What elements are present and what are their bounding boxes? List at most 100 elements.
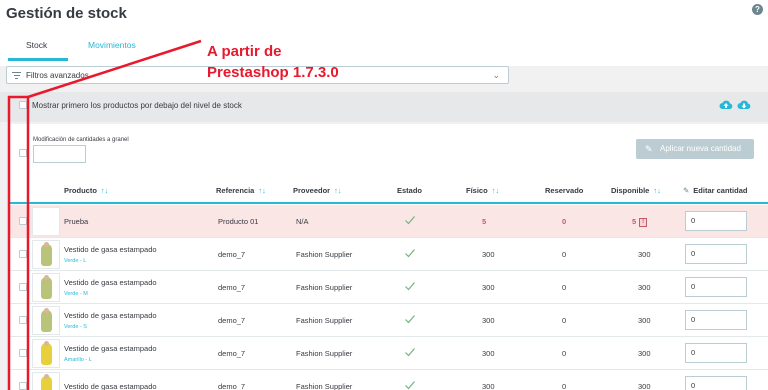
column-header-producto[interactable]: Producto ↑↓ [64, 186, 108, 195]
select-all-checkbox[interactable] [19, 149, 27, 157]
physical-qty: 300 [482, 250, 495, 259]
product-name[interactable]: Vestido de gasa estampado [64, 382, 157, 390]
table-row: Vestido de gasa estampado Verde - S demo_7… [8, 304, 768, 337]
product-thumbnail [32, 207, 60, 236]
product-attribute: Verde - S [64, 324, 87, 330]
table-row: Vestido de gasa estampado Amarillo - L dem… [8, 337, 768, 370]
status-check-icon [405, 348, 415, 357]
product-supplier: Fashion Supplier [296, 250, 353, 259]
status-check-icon [405, 216, 415, 225]
annotation-text-line2: Prestashop 1.7.3.0 [207, 64, 339, 81]
product-reference: demo_7 [218, 349, 246, 358]
product-reference: demo_7 [218, 250, 246, 259]
product-thumbnail [32, 273, 60, 302]
low-stock-first-label: Mostrar primero los productos por debajo… [32, 101, 242, 110]
row-checkbox[interactable] [19, 250, 27, 258]
low-stock-first-checkbox[interactable] [19, 101, 27, 109]
product-reference: Producto 01 [218, 217, 259, 226]
product-supplier: Fashion Supplier [296, 316, 353, 325]
available-qty: 300 [638, 382, 651, 390]
reserved-qty: 0 [562, 217, 567, 226]
physical-qty: 300 [482, 316, 495, 325]
cloud-upload-icon[interactable] [719, 99, 733, 110]
active-tab-indicator [8, 58, 68, 61]
edit-quantity-input[interactable]: 0 [685, 310, 747, 330]
status-check-icon [405, 315, 415, 324]
status-check-icon [405, 282, 415, 291]
product-name[interactable]: Vestido de gasa estampado [64, 344, 157, 353]
product-attribute: Verde - M [64, 291, 88, 297]
sort-icon[interactable]: ↑↓ [653, 186, 661, 195]
row-checkbox[interactable] [19, 283, 27, 291]
product-thumbnail [32, 306, 60, 335]
product-reference: demo_7 [218, 316, 246, 325]
column-header-reservado: Reservado [545, 186, 584, 195]
product-name[interactable]: Vestido de gasa estampado [64, 278, 157, 287]
pencil-icon: ✎ [683, 186, 690, 195]
edit-quantity-input[interactable]: 0 [685, 244, 747, 264]
page-header: Gestión de stock ? Stock Movimientos [0, 0, 768, 66]
reserved-qty: 0 [562, 283, 567, 292]
reserved-qty: 0 [562, 349, 567, 358]
cloud-download-icon[interactable] [737, 99, 751, 110]
product-attribute: Verde - L [64, 258, 87, 264]
product-supplier: Fashion Supplier [296, 283, 353, 292]
product-name[interactable]: Vestido de gasa estampado [64, 245, 157, 254]
apply-quantity-button[interactable]: ✎ Aplicar nueva cantidad [636, 139, 754, 159]
available-qty: 300 [638, 316, 651, 325]
edit-quantity-input[interactable]: 0 [685, 376, 747, 390]
column-header-referencia[interactable]: Referencia ↑↓ [216, 186, 266, 195]
row-checkbox[interactable] [19, 217, 27, 225]
page-title: Gestión de stock [6, 5, 127, 22]
product-supplier: Fashion Supplier [296, 382, 353, 390]
bulk-quantity-input[interactable] [33, 145, 86, 163]
apply-quantity-label: Aplicar nueva cantidad [660, 144, 741, 153]
help-icon[interactable]: ? [752, 4, 763, 15]
table-row: Vestido de gasa estampado demo_7 Fashion S… [8, 370, 768, 390]
sort-icon[interactable]: ↑↓ [334, 186, 342, 195]
edit-quantity-input[interactable]: 0 [685, 211, 747, 231]
column-header-estado: Estado [397, 186, 423, 195]
reserved-qty: 0 [562, 250, 567, 259]
chevron-down-icon: ⌄ [492, 70, 500, 80]
table-row: Prueba Producto 01 N/A 5 0 5! 0 [8, 205, 768, 238]
available-qty: 300 [638, 283, 651, 292]
product-thumbnail [32, 339, 60, 368]
product-name[interactable]: Vestido de gasa estampado [64, 311, 157, 320]
tab-movimientos[interactable]: Movimientos [88, 40, 136, 50]
product-attribute: Amarillo - L [64, 357, 92, 363]
sort-icon[interactable]: ↑↓ [101, 186, 109, 195]
row-checkbox[interactable] [19, 382, 27, 390]
product-supplier: N/A [296, 217, 309, 226]
product-name[interactable]: Prueba [64, 217, 88, 226]
edit-quantity-input[interactable]: 0 [685, 277, 747, 297]
reserved-qty: 0 [562, 316, 567, 325]
annotation-text-line1: A partir de [207, 43, 282, 60]
physical-qty: 300 [482, 283, 495, 292]
column-header-proveedor[interactable]: Proveedor ↑↓ [293, 186, 342, 195]
row-checkbox[interactable] [19, 316, 27, 324]
physical-qty: 300 [482, 382, 495, 390]
tab-stock[interactable]: Stock [26, 40, 47, 50]
status-check-icon [405, 381, 415, 390]
product-reference: demo_7 [218, 382, 246, 390]
physical-qty: 300 [482, 349, 495, 358]
table-row: Vestido de gasa estampado Verde - L demo_7… [8, 238, 768, 271]
product-reference: demo_7 [218, 283, 246, 292]
column-header-disponible[interactable]: Disponible ↑↓ [611, 186, 661, 195]
low-stock-warning-icon: ! [639, 217, 648, 227]
edit-quantity-input[interactable]: 0 [685, 343, 747, 363]
pencil-icon: ✎ [645, 144, 653, 154]
column-header-fisico[interactable]: Físico ↑↓ [466, 186, 499, 195]
row-checkbox[interactable] [19, 349, 27, 357]
available-qty: 300 [638, 349, 651, 358]
physical-qty: 5 [482, 217, 487, 226]
sort-icon[interactable]: ↑↓ [492, 186, 500, 195]
product-thumbnail [32, 372, 60, 390]
filter-lines-icon [12, 72, 21, 79]
available-qty: 5! [632, 217, 648, 227]
bulk-quantity-label: Modificación de cantidades a granel [33, 137, 129, 143]
sort-icon[interactable]: ↑↓ [258, 186, 266, 195]
table-header-divider [8, 202, 768, 204]
advanced-filters-label: Filtros avanzados [26, 71, 89, 80]
